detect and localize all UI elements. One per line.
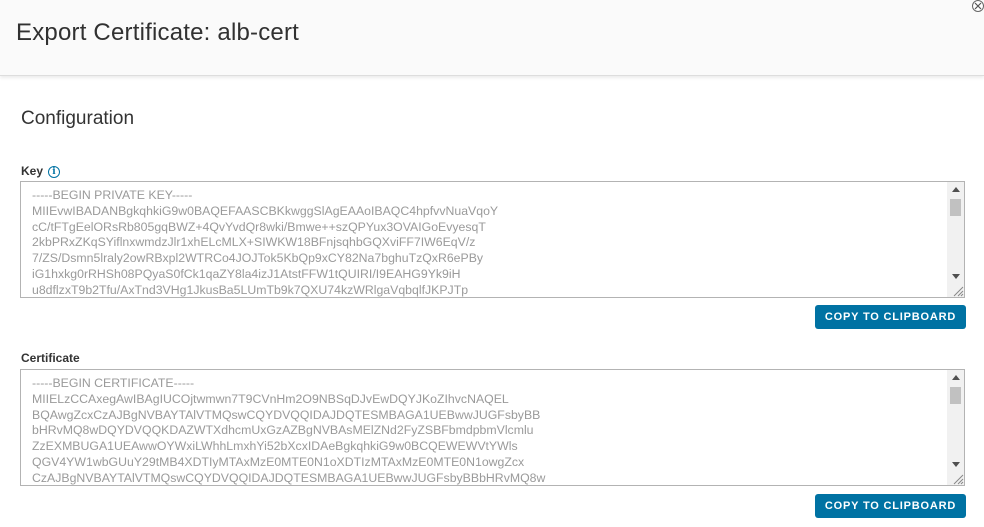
scroll-up-icon[interactable] xyxy=(947,370,964,384)
key-scrollbar[interactable] xyxy=(947,182,964,297)
certificate-line: ZzEXMBUGA1UEAwwOYWxiLWhhLmxhYi52bXcxIDAe… xyxy=(32,439,518,454)
key-scroll-thumb[interactable] xyxy=(950,199,961,216)
copy-certificate-button[interactable]: COPY TO CLIPBOARD xyxy=(815,494,966,518)
key-line: cC/tFTgEelORsRb805gqBWZ+4QvYvdQr8wki/Bmw… xyxy=(32,219,486,234)
info-icon[interactable]: i xyxy=(48,166,60,178)
key-line: -----BEGIN PRIVATE KEY----- xyxy=(32,188,193,202)
certificate-line: CzAJBgNVBAYTAlVTMQswCQYDVQQIDAJDQTESMBAG… xyxy=(32,470,546,485)
certificate-scrollbar[interactable] xyxy=(947,370,964,485)
key-text: -----BEGIN PRIVATE KEY----- MIIEvwIBADANB… xyxy=(32,188,944,297)
modal-header: Export Certificate: alb-cert xyxy=(0,0,984,76)
certificate-line: MIIELzCCAxegAwIBAgIUCOjtwmwn7T9CVnHm2O9N… xyxy=(32,391,509,406)
certificate-scroll-thumb[interactable] xyxy=(950,387,961,404)
key-textarea[interactable]: -----BEGIN PRIVATE KEY----- MIIEvwIBADANB… xyxy=(20,181,965,298)
close-icon xyxy=(974,2,982,10)
certificate-line: -----BEGIN CERTIFICATE----- xyxy=(32,376,195,390)
certificate-textarea[interactable]: -----BEGIN CERTIFICATE----- MIIELzCCAxegA… xyxy=(20,369,965,486)
certificate-line: BQAwgZcxCzAJBgNVBAYTAlVTMQswCQYDVQQIDAJD… xyxy=(32,407,541,422)
scroll-up-icon[interactable] xyxy=(947,182,964,196)
modal-title: Export Certificate: alb-cert xyxy=(16,19,300,46)
key-line: u8dflzxT9b2Tfu/AxTnd3VHg1JkusBa5LUmTb9k7… xyxy=(32,282,469,297)
scroll-down-icon[interactable] xyxy=(947,457,964,471)
resize-grip-icon[interactable] xyxy=(950,471,964,485)
key-line: iG1hxkg0rRHSh08PQyaS0fCk1qaZY8la4izJ1Ats… xyxy=(32,266,461,281)
certificate-line: bHRvMQ8wDQYDVQQKDAZWTXdhcmUxGzAZBgNVBAsM… xyxy=(32,423,534,438)
key-label: Key xyxy=(21,164,44,178)
close-button[interactable] xyxy=(972,0,984,12)
key-line: 7/ZS/Dsmn5lraly2owRBxpl2WTRCo4JOJTok5KbQ… xyxy=(32,251,484,266)
key-line: 2kbPRxZKqSYiflnxwmdzJlr1xhELcMLX+SIWKW18… xyxy=(32,235,476,250)
certificate-text: -----BEGIN CERTIFICATE----- MIIELzCCAxegA… xyxy=(32,376,944,485)
key-line: MIIEvwIBADANBgkqhkiG9w0BAQEFAASCBKkwggSl… xyxy=(32,203,499,218)
certificate-label: Certificate xyxy=(21,351,80,365)
scroll-down-icon[interactable] xyxy=(947,269,964,283)
section-title-configuration: Configuration xyxy=(21,108,135,129)
certificate-line: QGV4YW1wbGUuY29tMB4XDTIyMTAxMzE0MTE0N1oX… xyxy=(32,454,525,469)
resize-grip-icon[interactable] xyxy=(950,283,964,297)
copy-key-button[interactable]: COPY TO CLIPBOARD xyxy=(815,305,966,329)
